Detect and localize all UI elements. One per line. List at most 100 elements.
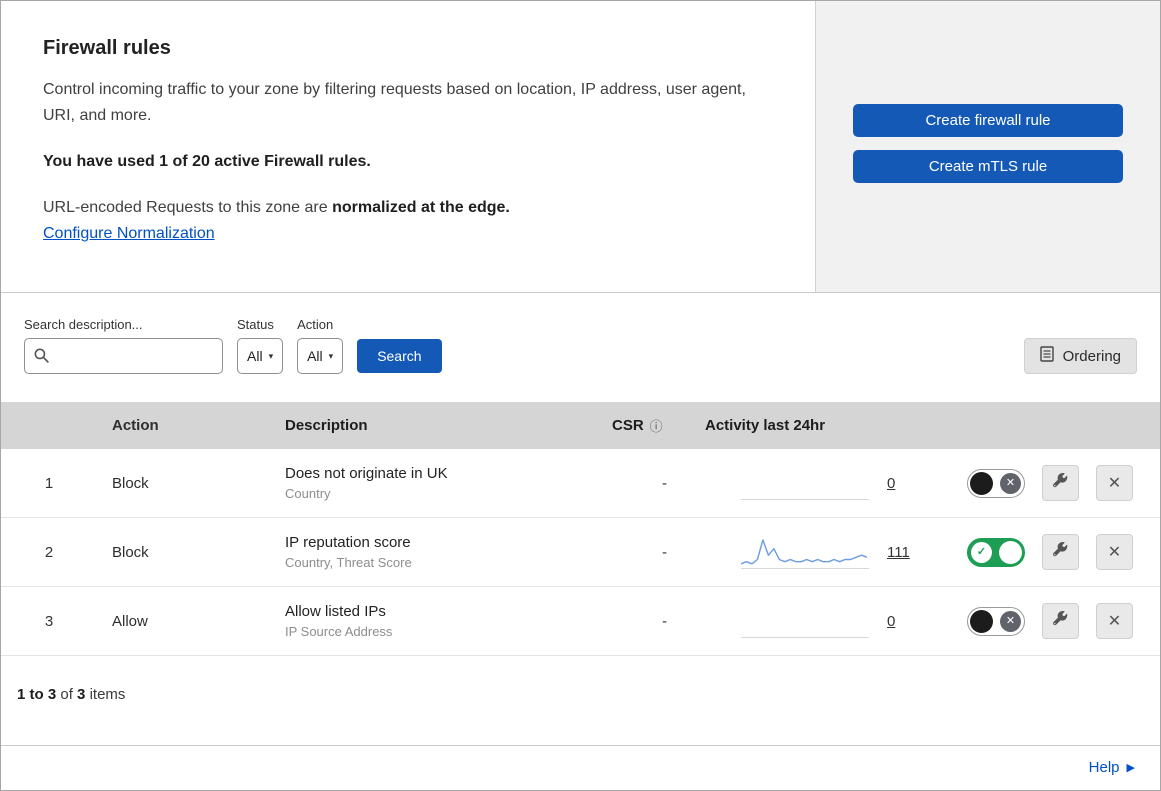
rule-action: Allow: [112, 612, 148, 630]
create-firewall-rule-button[interactable]: Create firewall rule: [853, 104, 1123, 137]
rule-description-sub: Country: [285, 486, 331, 501]
edit-rule-button[interactable]: [1042, 534, 1079, 570]
search-description-label: Search description...: [24, 317, 143, 332]
items-of: of: [60, 686, 73, 703]
toggle-knob: [970, 609, 993, 633]
table-header: Action Description CSR ⓘ Activity last 2…: [1, 402, 1160, 449]
activity-cell: 111: [696, 535, 936, 569]
rule-description-sub: IP Source Address: [285, 624, 393, 639]
row-index: 3: [44, 612, 54, 630]
status-value: All: [247, 348, 263, 364]
items-summary: 1 to 3 of 3 items: [1, 656, 1160, 729]
table-row: 1 Block Does not originate in UK Country…: [1, 449, 1160, 518]
action-select[interactable]: All ▾: [297, 338, 344, 374]
activity-count-link[interactable]: 0: [887, 613, 895, 630]
help-bar: Help ▶: [1, 745, 1160, 790]
firewall-rules-page: Firewall rules Control incoming traffic …: [0, 0, 1161, 791]
actions-panel: Create firewall rule Create mTLS rule: [816, 1, 1160, 292]
action-field: Action All ▾: [297, 317, 344, 374]
toggle-knob: [970, 471, 993, 495]
normalization-bold: normalized at the edge.: [332, 199, 510, 216]
activity-sparkline: [741, 466, 869, 500]
csr-value: -: [662, 543, 667, 561]
activity-cell: 0: [696, 604, 936, 638]
table-row: 3 Allow Allow listed IPs IP Source Addre…: [1, 587, 1160, 656]
ordering-list-icon: [1039, 346, 1054, 366]
edit-rule-button[interactable]: [1042, 465, 1079, 501]
column-header-activity: Activity last 24hr: [705, 417, 826, 434]
search-button[interactable]: Search: [357, 339, 442, 373]
configure-normalization-link[interactable]: Configure Normalization: [43, 225, 215, 242]
rule-description-cell: IP reputation score Country, Threat Scor…: [270, 534, 596, 570]
search-field: Search description...: [24, 317, 223, 374]
toggle-state-icon: [1000, 472, 1021, 494]
csr-header-label: CSR: [612, 417, 644, 434]
help-link[interactable]: Help ▶: [1089, 759, 1135, 776]
normalization-note: URL-encoded Requests to this zone are no…: [43, 199, 773, 217]
close-icon: ✕: [1107, 475, 1122, 492]
page-description: Control incoming traffic to your zone by…: [43, 81, 746, 124]
toggle-knob: [999, 540, 1022, 564]
delete-rule-button[interactable]: ✕: [1096, 534, 1133, 570]
close-icon: ✕: [1107, 544, 1122, 561]
csr-value: -: [662, 474, 667, 492]
activity-sparkline: [741, 604, 869, 638]
rule-toggle[interactable]: [967, 606, 1025, 636]
wrench-icon: [1053, 473, 1068, 493]
row-index: 1: [44, 474, 54, 492]
column-header-description: Description: [285, 417, 368, 434]
rule-action: Block: [112, 543, 149, 561]
rule-description: Does not originate in UK: [285, 465, 448, 482]
chevron-down-icon: ▾: [328, 350, 334, 361]
rule-description-sub: Country, Threat Score: [285, 555, 412, 570]
activity-count-link[interactable]: 0: [887, 475, 895, 492]
table-row: 2 Block IP reputation score Country, Thr…: [1, 518, 1160, 587]
ordering-label: Ordering: [1062, 347, 1121, 365]
status-field: Status All ▾: [237, 317, 284, 374]
csr-value: -: [662, 612, 667, 630]
filter-bar: Search description... Status All ▾ Actio…: [1, 293, 1160, 402]
search-icon: [33, 347, 50, 364]
delete-rule-button[interactable]: ✕: [1096, 465, 1133, 501]
intro-card: Firewall rules Control incoming traffic …: [1, 1, 816, 292]
rule-toggle[interactable]: [967, 537, 1025, 567]
column-header-action: Action: [112, 417, 159, 434]
rule-toggle[interactable]: [967, 468, 1025, 498]
ordering-button[interactable]: Ordering: [1023, 338, 1137, 374]
column-header-csr: CSR ⓘ: [596, 416, 696, 435]
activity-count-link[interactable]: 111: [887, 544, 910, 561]
row-controls: ✕: [936, 465, 1160, 501]
help-arrow-icon: ▶: [1126, 762, 1135, 774]
items-range: 1 to 3: [17, 686, 57, 703]
usage-summary: You have used 1 of 20 active Firewall ru…: [43, 153, 371, 170]
help-label: Help: [1088, 759, 1120, 776]
chevron-down-icon: ▾: [268, 350, 274, 361]
items-word: items: [89, 686, 126, 703]
items-total: 3: [77, 686, 86, 703]
rule-action: Block: [112, 474, 149, 492]
page-title: Firewall rules: [43, 37, 171, 59]
row-controls: ✕: [936, 534, 1160, 570]
status-label: Status: [237, 317, 274, 332]
rule-description-cell: Allow listed IPs IP Source Address: [270, 603, 596, 639]
rule-description: IP reputation score: [285, 534, 411, 551]
rule-description-cell: Does not originate in UK Country: [270, 465, 596, 501]
activity-sparkline: [741, 535, 869, 569]
status-select[interactable]: All ▾: [237, 338, 284, 374]
toggle-state-icon: [971, 541, 992, 563]
close-icon: ✕: [1107, 613, 1122, 630]
delete-rule-button[interactable]: ✕: [1096, 603, 1133, 639]
info-icon[interactable]: ⓘ: [650, 416, 663, 435]
wrench-icon: [1053, 542, 1068, 562]
normalization-text: URL-encoded Requests to this zone are: [43, 199, 328, 216]
wrench-icon: [1053, 611, 1068, 631]
row-controls: ✕: [936, 603, 1160, 639]
top-section: Firewall rules Control incoming traffic …: [1, 1, 1160, 293]
toggle-state-icon: [1000, 610, 1021, 632]
rule-description: Allow listed IPs: [285, 603, 386, 620]
search-input[interactable]: [24, 338, 223, 374]
edit-rule-button[interactable]: [1042, 603, 1079, 639]
action-value: All: [307, 348, 323, 364]
activity-cell: 0: [696, 466, 936, 500]
create-mtls-rule-button[interactable]: Create mTLS rule: [853, 150, 1123, 183]
